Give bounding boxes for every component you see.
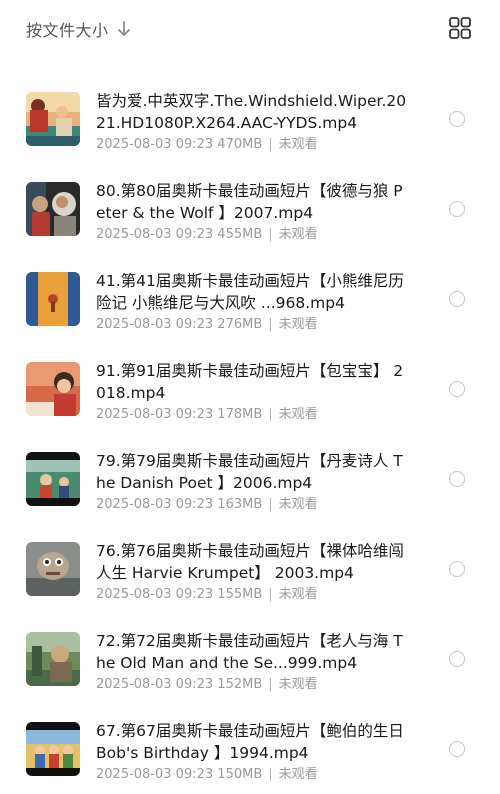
select-radio[interactable] xyxy=(449,741,465,757)
video-size: 152MB xyxy=(217,677,263,692)
video-size: 150MB xyxy=(217,767,263,782)
video-title: 72.第72届奥斯卡最佳动画短片【老人与海 The Old Man and th… xyxy=(96,632,403,672)
meta-separator: | xyxy=(268,317,273,332)
video-meta: 2025-08-03 09:23 155MB | 未观看 xyxy=(96,583,318,602)
video-title: 79.第79届奥斯卡最佳动画短片【丹麦诗人 The Danish Poet 】2… xyxy=(96,452,403,492)
video-list-item[interactable]: 91.第91届奥斯卡最佳动画短片【包宝宝】 2018.mp4 2025-08-0… xyxy=(0,344,500,434)
select-radio[interactable] xyxy=(449,471,465,487)
video-title: 80.第80届奥斯卡最佳动画短片【彼德与狼 Peter & the Wolf 】… xyxy=(96,182,403,222)
video-date: 2025-08-03 09:23 xyxy=(96,677,214,692)
video-list-item[interactable]: 76.第76届奥斯卡最佳动画短片【裸体哈维闯人生 Harvie Krumpet】… xyxy=(0,524,500,614)
sort-by-size-button[interactable]: 按文件大小 xyxy=(26,16,131,42)
video-date: 2025-08-03 09:23 xyxy=(96,407,214,422)
video-date: 2025-08-03 09:23 xyxy=(96,137,214,152)
select-radio[interactable] xyxy=(449,651,465,667)
video-thumbnail xyxy=(26,182,80,236)
video-list-item[interactable]: 72.第72届奥斯卡最佳动画短片【老人与海 The Old Man and th… xyxy=(0,614,500,704)
video-size: 163MB xyxy=(217,497,263,512)
video-meta: 2025-08-03 09:23 163MB | 未观看 xyxy=(96,493,318,512)
video-size: 470MB xyxy=(217,137,263,152)
watch-status: 未观看 xyxy=(278,407,318,422)
video-list-item[interactable]: 67.第67届奥斯卡最佳动画短片【鲍伯的生日 Bob's Birthday 】1… xyxy=(0,704,500,794)
video-title: 91.第91届奥斯卡最佳动画短片【包宝宝】 2018.mp4 xyxy=(96,362,404,402)
video-size: 455MB xyxy=(217,227,263,242)
video-list-item[interactable]: 皆为爱.中英双字.The.Windshield.Wiper.2021.HD108… xyxy=(0,74,500,164)
select-radio[interactable] xyxy=(449,201,465,217)
video-thumbnail xyxy=(26,632,80,686)
video-date: 2025-08-03 09:23 xyxy=(96,227,214,242)
select-radio[interactable] xyxy=(449,111,465,127)
video-size: 155MB xyxy=(217,587,263,602)
watch-status: 未观看 xyxy=(278,497,318,512)
video-thumbnail xyxy=(26,452,80,506)
watch-status: 未观看 xyxy=(278,137,318,152)
watch-status: 未观看 xyxy=(278,767,318,782)
video-title: 76.第76届奥斯卡最佳动画短片【裸体哈维闯人生 Harvie Krumpet】… xyxy=(96,542,404,582)
video-meta: 2025-08-03 09:23 150MB | 未观看 xyxy=(96,763,318,782)
header-bar: 按文件大小 xyxy=(0,0,500,60)
meta-separator: | xyxy=(268,677,273,692)
video-meta: 2025-08-03 09:23 178MB | 未观看 xyxy=(96,403,318,422)
watch-status: 未观看 xyxy=(278,317,318,332)
arrow-down-icon xyxy=(117,21,131,37)
video-meta: 2025-08-03 09:23 455MB | 未观看 xyxy=(96,223,318,242)
meta-separator: | xyxy=(268,407,273,422)
video-date: 2025-08-03 09:23 xyxy=(96,767,214,782)
video-list-item[interactable]: 79.第79届奥斯卡最佳动画短片【丹麦诗人 The Danish Poet 】2… xyxy=(0,434,500,524)
watch-status: 未观看 xyxy=(278,677,318,692)
video-thumbnail xyxy=(26,722,80,776)
video-size: 178MB xyxy=(217,407,263,422)
video-title: 41.第41届奥斯卡最佳动画短片【小熊维尼历险记 小熊维尼与大风吹 ...968… xyxy=(96,272,404,312)
grid-view-icon[interactable] xyxy=(448,16,472,40)
meta-separator: | xyxy=(268,497,273,512)
sort-label: 按文件大小 xyxy=(26,21,109,40)
video-meta: 2025-08-03 09:23 276MB | 未观看 xyxy=(96,313,318,332)
video-size: 276MB xyxy=(217,317,263,332)
video-date: 2025-08-03 09:23 xyxy=(96,317,214,332)
video-date: 2025-08-03 09:23 xyxy=(96,587,214,602)
meta-separator: | xyxy=(268,227,273,242)
select-radio[interactable] xyxy=(449,291,465,307)
watch-status: 未观看 xyxy=(278,227,318,242)
video-thumbnail xyxy=(26,362,80,416)
select-radio[interactable] xyxy=(449,561,465,577)
video-thumbnail xyxy=(26,542,80,596)
video-list-item[interactable]: 80.第80届奥斯卡最佳动画短片【彼德与狼 Peter & the Wolf 】… xyxy=(0,164,500,254)
meta-separator: | xyxy=(268,137,273,152)
watch-status: 未观看 xyxy=(278,587,318,602)
video-list-item[interactable]: 41.第41届奥斯卡最佳动画短片【小熊维尼历险记 小熊维尼与大风吹 ...968… xyxy=(0,254,500,344)
video-meta: 2025-08-03 09:23 470MB | 未观看 xyxy=(96,133,318,152)
video-thumbnail xyxy=(26,272,80,326)
meta-separator: | xyxy=(268,587,273,602)
video-thumbnail xyxy=(26,92,80,146)
video-meta: 2025-08-03 09:23 152MB | 未观看 xyxy=(96,673,318,692)
video-title: 皆为爱.中英双字.The.Windshield.Wiper.2021.HD108… xyxy=(96,92,407,132)
meta-separator: | xyxy=(268,767,273,782)
video-date: 2025-08-03 09:23 xyxy=(96,497,214,512)
select-radio[interactable] xyxy=(449,381,465,397)
video-title: 67.第67届奥斯卡最佳动画短片【鲍伯的生日 Bob's Birthday 】1… xyxy=(96,722,404,762)
